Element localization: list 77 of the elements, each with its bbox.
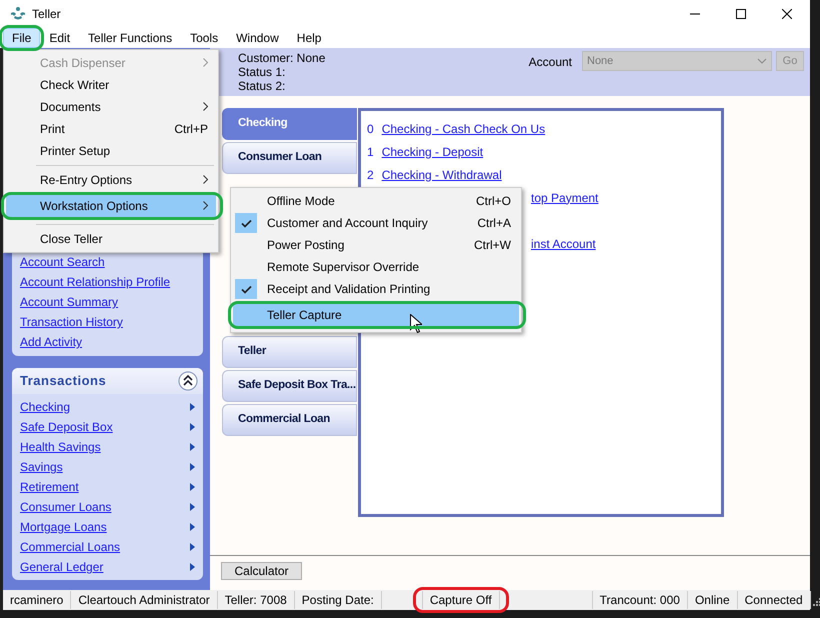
sidebar-link[interactable]: Transaction History — [20, 312, 195, 332]
menu-item[interactable]: Tools — [181, 28, 228, 48]
window-title: Teller — [32, 6, 61, 23]
tab[interactable]: Commercial Loan — [222, 404, 357, 436]
submenu-arrow-icon — [190, 483, 195, 491]
maximize-icon[interactable] — [736, 9, 746, 19]
menu-item[interactable]: Window — [227, 28, 288, 48]
status-label: Customer: None — [238, 51, 326, 65]
submenu-arrow-icon — [190, 463, 195, 471]
submenu-arrow-icon — [190, 403, 195, 411]
panel-title: Transactions — [20, 372, 106, 390]
status-label: Status 2: — [238, 79, 286, 93]
menu-item[interactable]: Edit — [40, 28, 80, 48]
sidebar-link[interactable]: Health Savings — [20, 437, 101, 457]
status-text: Online — [688, 591, 738, 609]
sidebar-link[interactable]: Commercial Loans — [20, 537, 120, 557]
menu-item[interactable]: File — [3, 28, 40, 48]
transaction-link[interactable]: Checking - Cash Check On Us — [382, 120, 546, 138]
item-number: 1 — [367, 144, 374, 160]
collapse-icon[interactable] — [178, 371, 198, 391]
menu-item[interactable]: Customer and Account Inquiry Ctrl+A — [233, 212, 519, 234]
status-text: Posting Date: — [294, 591, 382, 609]
app-icon — [10, 6, 26, 22]
menu-item[interactable]: Documents — [6, 96, 216, 118]
dropdown-caret-icon — [757, 58, 767, 64]
menu-item[interactable]: Close Teller — [6, 228, 216, 250]
sidebar-link[interactable]: General Ledger — [20, 557, 104, 577]
sidebar-link[interactable]: Mortgage Loans — [20, 517, 107, 537]
calculator-button[interactable]: Calculator — [221, 562, 302, 580]
menu-item[interactable]: Remote Supervisor Override — [233, 256, 519, 278]
menu-item[interactable]: Print Ctrl+P — [6, 118, 216, 140]
transaction-link[interactable]: Checking - Withdrawal — [382, 166, 502, 184]
sidebar-link[interactable]: Safe Deposit Box — [20, 417, 113, 437]
resize-grip-icon[interactable] — [810, 596, 820, 606]
item-number: 2 — [367, 166, 374, 184]
menu-item[interactable]: Teller Functions — [79, 28, 182, 48]
menu-item[interactable]: Help — [288, 28, 330, 48]
field-label: Account — [528, 54, 572, 71]
tab[interactable]: Checking — [222, 108, 357, 140]
menu-item[interactable]: Power Posting Ctrl+W — [233, 234, 519, 256]
menu-item[interactable]: Check Writer — [6, 74, 216, 96]
transaction-link[interactable]: Checking - Deposit — [382, 142, 484, 160]
submenu-arrow-icon — [190, 523, 195, 531]
menu-item[interactable]: Re-Entry Options — [6, 169, 216, 191]
sidebar-link[interactable]: Checking — [20, 397, 70, 417]
sidebar-link[interactable]: Account Summary — [20, 292, 195, 312]
status-text: Cleartouch Administrator — [71, 591, 218, 609]
menu-item[interactable]: Receipt and Validation Printing — [233, 278, 519, 300]
transaction-link[interactable]: top Payment — [531, 188, 598, 206]
submenu-arrow-icon — [190, 443, 195, 451]
sidebar-link[interactable]: Savings — [20, 457, 63, 477]
sidebar-link[interactable]: Retirement — [20, 477, 79, 497]
tab[interactable]: Consumer Loan — [222, 142, 357, 174]
sidebar-link[interactable]: Consumer Loans — [20, 497, 112, 517]
submenu-arrow-icon — [190, 503, 195, 511]
menu-item[interactable]: Printer Setup — [6, 140, 216, 162]
sidebar-link[interactable]: Account Search — [20, 252, 195, 272]
close-icon[interactable] — [782, 9, 792, 19]
status-text: Teller: 7008 — [218, 591, 295, 609]
status-text: Connected — [738, 591, 811, 609]
mouse-pointer-icon — [410, 314, 422, 334]
status-text: rcaminero — [3, 591, 72, 609]
submenu-arrow-icon — [190, 543, 195, 551]
item-number: 0 — [367, 120, 374, 138]
status-text: Trancount: 000 — [592, 591, 688, 609]
menu-item[interactable]: Workstation Options — [6, 195, 216, 217]
menu-item[interactable]: Teller Capture — [233, 304, 519, 326]
sidebar-link[interactable]: Account Relationship Profile — [20, 272, 195, 292]
sidebar-link[interactable]: Add Activity — [20, 332, 195, 352]
submenu-arrow-icon — [190, 563, 195, 571]
menu-item[interactable]: Offline Mode Ctrl+O — [233, 190, 519, 212]
tab[interactable]: Teller — [222, 336, 357, 368]
status-text: Capture Off — [422, 591, 500, 609]
tab[interactable]: Safe Deposit Box Tra... — [222, 370, 357, 402]
submenu-arrow-icon — [190, 423, 195, 431]
transaction-link[interactable]: inst Account — [531, 234, 596, 252]
status-label: Status 1: — [238, 65, 286, 79]
